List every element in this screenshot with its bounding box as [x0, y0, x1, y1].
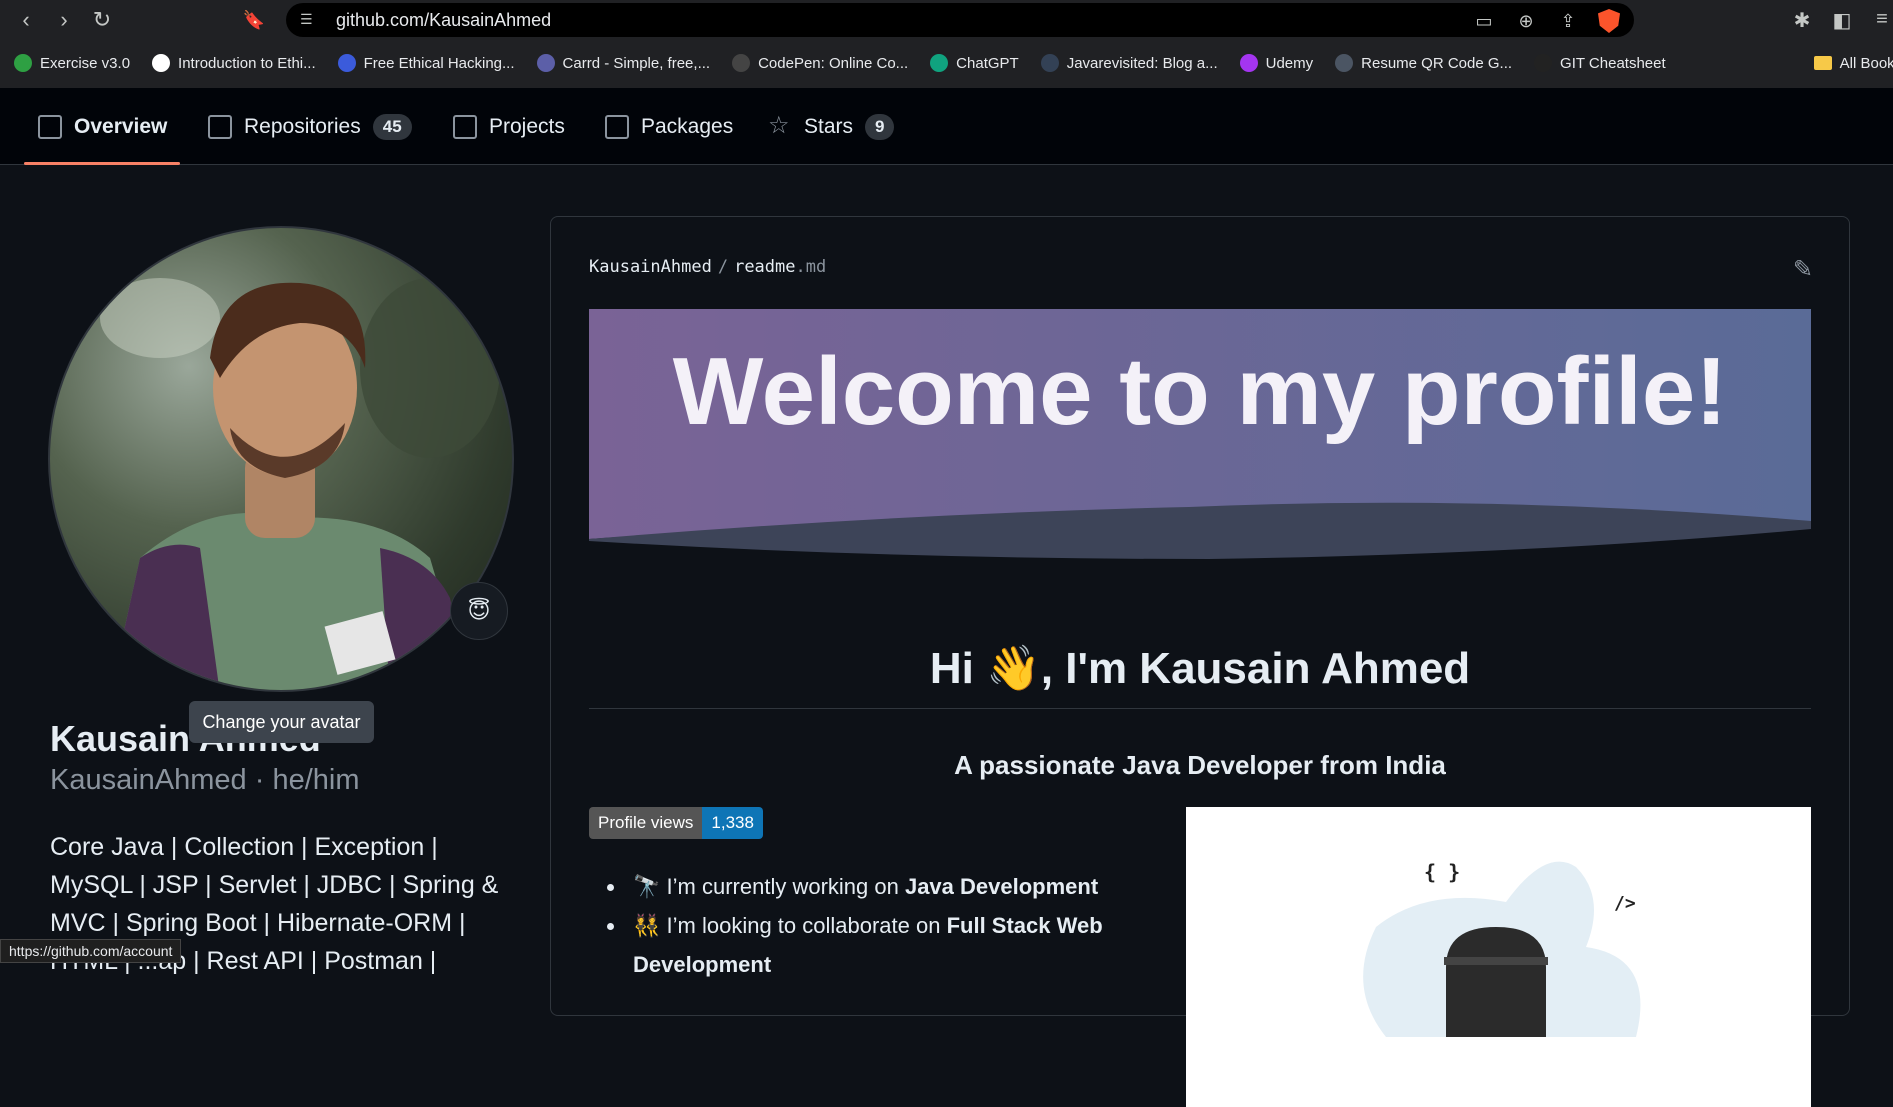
menu-icon[interactable]: ≡	[1871, 8, 1893, 33]
browser-toolbar: ‹ › ↻ 🔖 ☰ github.com/KausainAhmed ▭ ⊕ ⇪ …	[0, 0, 1893, 40]
readme-tagline: A passionate Java Developer from India	[954, 750, 1446, 780]
address-bar[interactable]: ☰ github.com/KausainAhmed ▭ ⊕ ⇪	[286, 3, 1634, 37]
bookmark-label: Exercise v3.0	[40, 54, 131, 72]
tab-packages[interactable]: Packages	[605, 112, 733, 142]
bookmark-item[interactable]: Free Ethical Hacking...	[337, 54, 515, 72]
bookmark-item[interactable]: Exercise v3.0	[14, 54, 130, 72]
avatar[interactable]	[48, 226, 514, 692]
cast-icon[interactable]: ▭	[1472, 11, 1496, 32]
badge-value: 1,338	[702, 807, 763, 839]
profile-views-badge: Profile views 1,338	[589, 807, 763, 839]
bookmark-item[interactable]: Udemy	[1239, 54, 1314, 72]
coding-illustration: { } />	[1186, 807, 1811, 1107]
readme-file: readme	[734, 257, 796, 277]
tab-projects[interactable]: Projects	[453, 112, 565, 142]
extensions-icon[interactable]: ✱	[1791, 8, 1813, 33]
all-bookmarks-label: All Bookmark	[1839, 54, 1893, 72]
badge-label: Profile views	[589, 807, 703, 839]
readme-heading: Hi 👋, I'm Kausain Ahmed	[589, 642, 1811, 709]
edit-pencil-icon[interactable]: ✎	[1793, 255, 1813, 284]
bookmark-item[interactable]: ChatGPT	[930, 54, 1019, 72]
repo-icon	[208, 115, 232, 139]
package-icon	[605, 115, 629, 139]
share-icon[interactable]: ⇪	[1556, 11, 1580, 32]
forward-icon[interactable]: ›	[52, 8, 76, 32]
bookmark-icon[interactable]: 🔖	[242, 8, 266, 32]
qr-icon	[1335, 54, 1354, 72]
bookmark-item[interactable]: GIT Cheatsheet	[1534, 54, 1666, 72]
carrd-icon	[536, 54, 555, 72]
list-item: 👯 I’m looking to collaborate on Full Sta…	[627, 906, 1147, 984]
codepen-icon	[732, 54, 751, 72]
question-icon	[1534, 54, 1553, 72]
readme-card: KausainAhmed / readme.md ✎ Welcome to my p…	[550, 216, 1850, 1107]
set-status-button[interactable]: 😇	[450, 582, 508, 640]
bookmark-label: Carrd - Simple, free,...	[562, 54, 711, 72]
folder-icon	[1813, 56, 1832, 70]
chatgpt-icon	[930, 54, 949, 72]
table-icon	[453, 115, 477, 139]
readme-ext: .md	[795, 257, 827, 277]
slash-tag-symbol: />	[1614, 893, 1636, 914]
browser-chrome: ‹ › ↻ 🔖 ☰ github.com/KausainAhmed ▭ ⊕ ⇪ …	[0, 0, 1893, 88]
readme-path: KausainAhmed / readme.md	[589, 257, 827, 277]
w-icon	[14, 54, 32, 72]
google-icon	[152, 54, 171, 72]
back-icon[interactable]: ‹	[14, 8, 38, 32]
star-icon: ☆	[768, 112, 790, 139]
tab-label: Packages	[641, 115, 734, 138]
bookmark-label: Free Ethical Hacking...	[363, 54, 515, 72]
bookmark-label: Udemy	[1265, 54, 1314, 72]
globe-icon	[337, 54, 356, 72]
profile-nav: Overview Repositories 45 Projects Packag…	[0, 88, 1893, 165]
bookmark-item[interactable]: Resume QR Code G...	[1335, 54, 1512, 72]
readme-bullets: 🔭 I’m currently working on Java Developm…	[627, 867, 1147, 984]
welcome-banner: Welcome to my profile!	[589, 309, 1811, 559]
tab-label: Projects	[489, 115, 565, 138]
bookmark-item[interactable]: Carrd - Simple, free,...	[536, 54, 711, 72]
bookmarks-bar: Exercise v3.0 Introduction to Ethi... Free…	[0, 48, 1893, 78]
udemy-icon	[1239, 54, 1258, 72]
site-info-icon[interactable]: ☰	[300, 11, 318, 29]
tab-label: Stars	[804, 115, 854, 138]
all-bookmarks-button[interactable]: All Bookmark	[1813, 54, 1893, 72]
avatar-photo	[100, 278, 500, 690]
banner-text: Welcome to my profile!	[673, 338, 1727, 445]
url-text[interactable]: github.com/KausainAhmed	[336, 10, 551, 31]
repo-count-badge: 45	[372, 114, 412, 140]
bookmark-label: ChatGPT	[956, 54, 1019, 72]
status-bar-url: https://github.com/account	[0, 939, 182, 963]
reload-icon[interactable]: ↻	[90, 8, 114, 32]
book-icon	[38, 115, 62, 139]
profile-username: KausainAhmed · he/him	[50, 764, 360, 796]
bookmark-item[interactable]: Javarevisited: Blog a...	[1040, 54, 1218, 72]
sidebar-icon[interactable]: ◧	[1831, 8, 1853, 33]
tab-label: Overview	[74, 115, 168, 138]
bookmark-item[interactable]: CodePen: Online Co...	[732, 54, 908, 72]
bookmark-label: Introduction to Ethi...	[178, 54, 316, 72]
braces-symbol: { }	[1424, 860, 1460, 884]
list-item: 🔭 I’m currently working on Java Developm…	[627, 867, 1147, 906]
bookmark-label: Resume QR Code G...	[1361, 54, 1513, 72]
bookmark-label: Javarevisited: Blog a...	[1066, 54, 1218, 72]
readme-owner-link[interactable]: KausainAhmed	[589, 257, 712, 277]
bookmark-label: GIT Cheatsheet	[1560, 54, 1666, 72]
tab-label: Repositories	[244, 115, 361, 138]
tab-repositories[interactable]: Repositories 45	[208, 112, 412, 142]
status-emoji: 😇	[467, 598, 491, 623]
avatar-tooltip: Change your avatar	[189, 701, 374, 743]
tab-stars[interactable]: ☆ Stars 9	[768, 112, 895, 142]
tab-overview[interactable]: Overview	[38, 112, 167, 142]
zoom-icon[interactable]: ⊕	[1514, 11, 1538, 32]
brave-shield-icon[interactable]	[1598, 9, 1620, 33]
stars-count-badge: 9	[865, 114, 895, 140]
blog-icon	[1040, 54, 1059, 72]
active-tab-indicator	[24, 162, 180, 165]
bookmark-label: CodePen: Online Co...	[758, 54, 909, 72]
bookmark-item[interactable]: Introduction to Ethi...	[152, 54, 316, 72]
